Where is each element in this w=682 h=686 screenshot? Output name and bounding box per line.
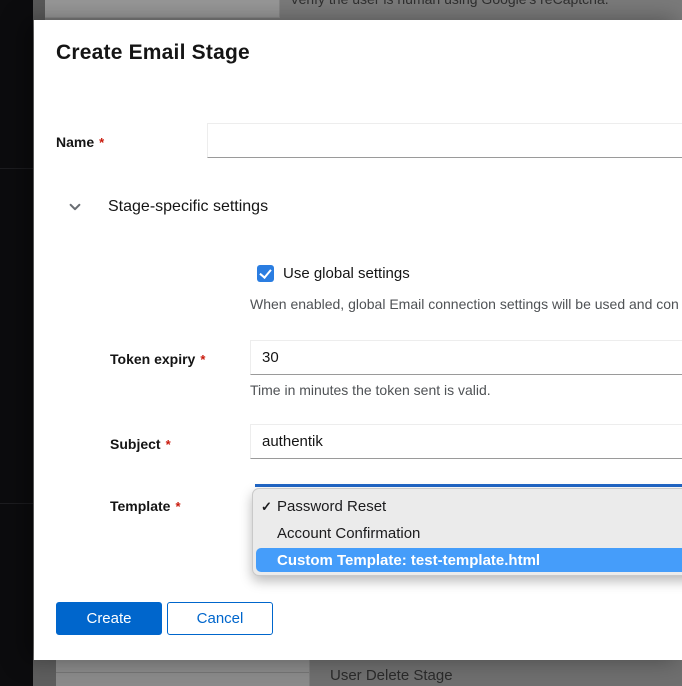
- dropdown-option-custom-template[interactable]: Custom Template: test-template.html: [256, 548, 682, 572]
- sidebar-divider: [0, 168, 33, 169]
- required-marker: *: [99, 135, 104, 150]
- backdrop-recaptcha-text: Verify the user is human using Google's …: [290, 0, 609, 7]
- token-expiry-help: Time in minutes the token sent is valid.: [250, 382, 491, 398]
- use-global-settings-checkbox[interactable]: [257, 265, 274, 282]
- stage-specific-settings-toggle[interactable]: Stage-specific settings: [68, 198, 268, 216]
- token-expiry-label: Token expiry *: [110, 351, 205, 367]
- name-label: Name *: [56, 134, 104, 150]
- template-dropdown-menu: ✓ Password Reset Account Confirmation Cu…: [252, 488, 682, 576]
- use-global-settings-row: Use global settings: [257, 265, 410, 282]
- divider: [56, 672, 309, 673]
- subject-label: Subject *: [110, 436, 171, 452]
- create-email-stage-modal: Create Email Stage Name * Stage-specific …: [34, 20, 682, 660]
- subject-input[interactable]: [250, 424, 682, 459]
- cancel-button[interactable]: Cancel: [167, 602, 273, 635]
- use-global-settings-label: Use global settings: [283, 265, 410, 282]
- backdrop-table-row-top: Verify the user is human using Google's …: [33, 0, 682, 20]
- backdrop-checkbox-column: [33, 660, 56, 686]
- dropdown-option-password-reset[interactable]: ✓ Password Reset: [253, 493, 682, 520]
- sidebar: [0, 0, 33, 686]
- create-button[interactable]: Create: [56, 602, 162, 635]
- template-select-focus-border: [255, 484, 682, 487]
- dropdown-option-label: Password Reset: [277, 498, 386, 515]
- checkmark-icon: ✓: [261, 499, 272, 515]
- required-marker: *: [175, 499, 180, 514]
- token-expiry-label-text: Token expiry: [110, 351, 195, 367]
- sidebar-divider: [0, 503, 33, 504]
- backdrop-table-cell: [56, 660, 310, 686]
- use-global-settings-help: When enabled, global Email connection se…: [250, 296, 679, 312]
- group-header-label: Stage-specific settings: [108, 198, 268, 216]
- template-label: Template *: [110, 498, 181, 514]
- backdrop-table-edge: [33, 0, 45, 20]
- template-label-text: Template: [110, 498, 170, 514]
- token-expiry-input[interactable]: [250, 340, 682, 375]
- backdrop-table-cell: [45, 0, 280, 18]
- name-label-text: Name: [56, 134, 94, 150]
- dropdown-option-label: Custom Template: test-template.html: [277, 552, 540, 569]
- subject-label-text: Subject: [110, 436, 161, 452]
- dropdown-option-account-confirmation[interactable]: Account Confirmation: [253, 520, 682, 547]
- backdrop-user-delete-stage-text: User Delete Stage: [330, 667, 453, 684]
- screen: Verify the user is human using Google's …: [0, 0, 682, 686]
- modal-title: Create Email Stage: [56, 41, 250, 65]
- chevron-down-icon: [68, 200, 82, 214]
- dropdown-option-label: Account Confirmation: [277, 525, 420, 542]
- required-marker: *: [166, 437, 171, 452]
- backdrop-table-row-bottom: User Delete Stage: [33, 660, 682, 686]
- required-marker: *: [200, 352, 205, 367]
- name-input[interactable]: [207, 123, 682, 158]
